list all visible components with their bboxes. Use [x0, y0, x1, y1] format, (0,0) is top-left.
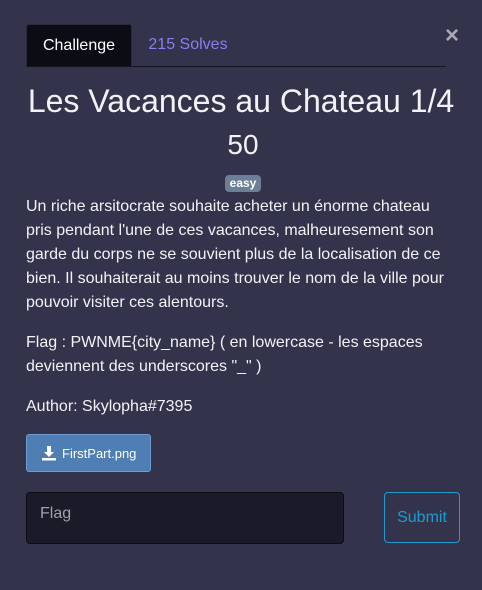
flag-format-text: Flag : PWNME{city_name} ( en lowercase -… — [26, 334, 423, 375]
submit-button[interactable]: Submit — [384, 492, 460, 543]
tab-solves[interactable]: 215 Solves — [136, 24, 240, 66]
download-icon — [42, 446, 56, 461]
author-text: Author: Skylopha#7395 — [26, 398, 193, 415]
challenge-points: 50 — [227, 129, 259, 160]
tab-bar: Challenge 215 Solves — [26, 24, 446, 67]
difficulty-badge: easy — [225, 175, 261, 192]
challenge-title: Les Vacances au Chateau 1/4 — [27, 83, 455, 119]
file-name: FirstPart.png — [62, 445, 137, 461]
tab-challenge[interactable]: Challenge — [26, 24, 132, 66]
close-icon[interactable]: × — [445, 24, 459, 48]
challenge-description: Un riche arsitocrate souhaite acheter un… — [26, 198, 444, 311]
download-file-button[interactable]: FirstPart.png — [26, 434, 151, 472]
flag-input[interactable] — [26, 492, 344, 544]
